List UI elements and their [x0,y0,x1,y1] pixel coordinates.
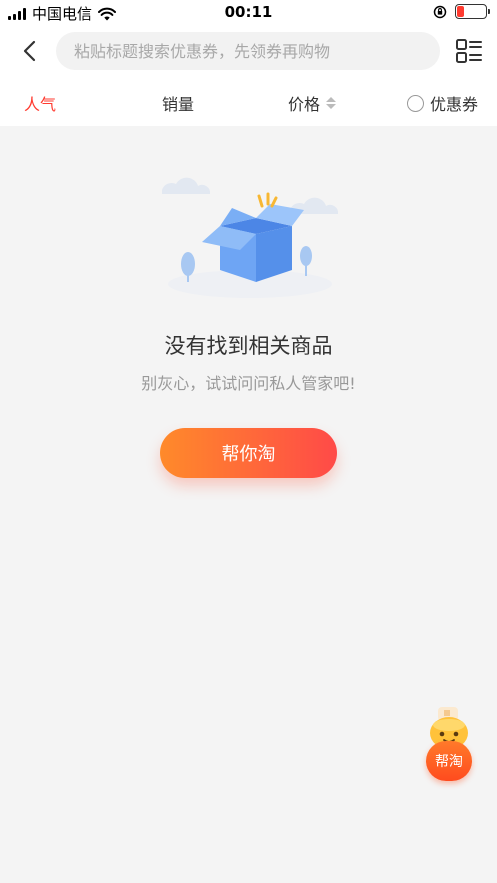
battery-icon [455,4,490,19]
coupon-filter-label: 优惠券 [430,95,479,114]
back-button[interactable] [14,36,44,66]
sort-popularity-tab[interactable]: 人气 [24,91,56,115]
layout-toggle-button[interactable] [454,36,484,66]
status-time: 00:11 [224,3,273,21]
search-box[interactable] [56,32,440,70]
nav-bar [0,26,497,76]
help-me-shop-button[interactable]: 帮你淘 [160,428,337,478]
rotation-lock-icon [433,5,447,18]
empty-box-illustration [162,177,339,298]
sort-bar: 人气 销量 价格 优惠券 [0,76,497,126]
radio-icon [407,94,424,112]
coupon-filter-toggle[interactable]: 优惠券 [407,91,478,115]
chevron-left-icon [23,40,36,62]
list-layout-icon [456,39,482,63]
sort-arrows-icon [326,97,337,109]
empty-state-subtitle: 别灰心，试试问问私人管家吧! [141,374,356,393]
sort-price-label: 价格 [288,95,321,114]
floating-help-button[interactable]: 帮淘 [422,703,476,783]
sort-sales-tab[interactable]: 销量 [162,91,194,115]
empty-state-title: 没有找到相关商品 [164,334,333,358]
sort-price-tab[interactable]: 价格 [288,91,337,115]
status-right [433,4,490,19]
status-bar: 中国电信 00:11 [0,0,497,26]
floating-help-label: 帮淘 [426,741,472,781]
search-input[interactable] [74,41,440,61]
